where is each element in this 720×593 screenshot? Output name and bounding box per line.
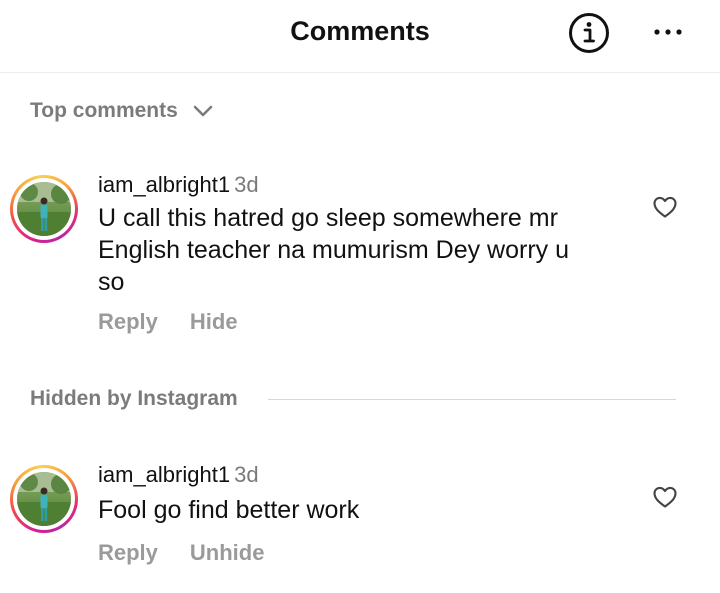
page-title: Comments xyxy=(290,16,430,46)
username[interactable]: iam_albright1 xyxy=(98,172,230,197)
chevron-down-icon xyxy=(193,105,213,117)
sort-selector[interactable]: Top comments xyxy=(30,97,216,125)
avatar[interactable] xyxy=(10,465,78,533)
divider xyxy=(267,398,676,400)
comment-text-line: U call this hatred go sleep somewhere mr xyxy=(98,204,558,232)
comment-header: iam_albright1 3d xyxy=(98,462,259,488)
comment-actions: Reply Hide xyxy=(98,309,238,335)
comment-text-line: English teacher na mumurism Dey worry u xyxy=(98,236,569,264)
comment-text-line: Fool go find better work xyxy=(98,496,360,524)
comment-text: U call this hatred go sleep somewhere mr… xyxy=(98,202,618,298)
hidden-section-label: Hidden by Instagram xyxy=(30,387,238,410)
hide-button[interactable]: Hide xyxy=(190,309,238,335)
comment-header: iam_albright1 3d xyxy=(98,172,259,198)
person-photo-icon xyxy=(17,472,71,526)
header-bar: Comments xyxy=(0,0,720,73)
avatar[interactable] xyxy=(10,175,78,243)
comment-actions: Reply Unhide xyxy=(98,540,264,566)
more-options-button[interactable] xyxy=(646,16,690,48)
reply-button[interactable]: Reply xyxy=(98,540,158,566)
hidden-section-header: Hidden by Instagram xyxy=(30,384,676,414)
comment-text-line: so xyxy=(98,268,125,296)
info-circle-icon xyxy=(569,13,609,53)
comment-timestamp: 3d xyxy=(234,462,259,487)
more-horizontal-icon xyxy=(654,29,682,35)
person-photo-icon xyxy=(17,182,71,236)
comment-timestamp: 3d xyxy=(234,172,259,197)
sort-label: Top comments xyxy=(30,99,178,122)
heart-outline-icon[interactable] xyxy=(652,195,678,219)
unhide-button[interactable]: Unhide xyxy=(190,540,265,566)
username[interactable]: iam_albright1 xyxy=(98,462,230,487)
reply-button[interactable]: Reply xyxy=(98,309,158,335)
comment-text: Fool go find better work xyxy=(98,494,618,526)
info-button[interactable] xyxy=(567,11,611,55)
heart-outline-icon[interactable] xyxy=(652,485,678,509)
